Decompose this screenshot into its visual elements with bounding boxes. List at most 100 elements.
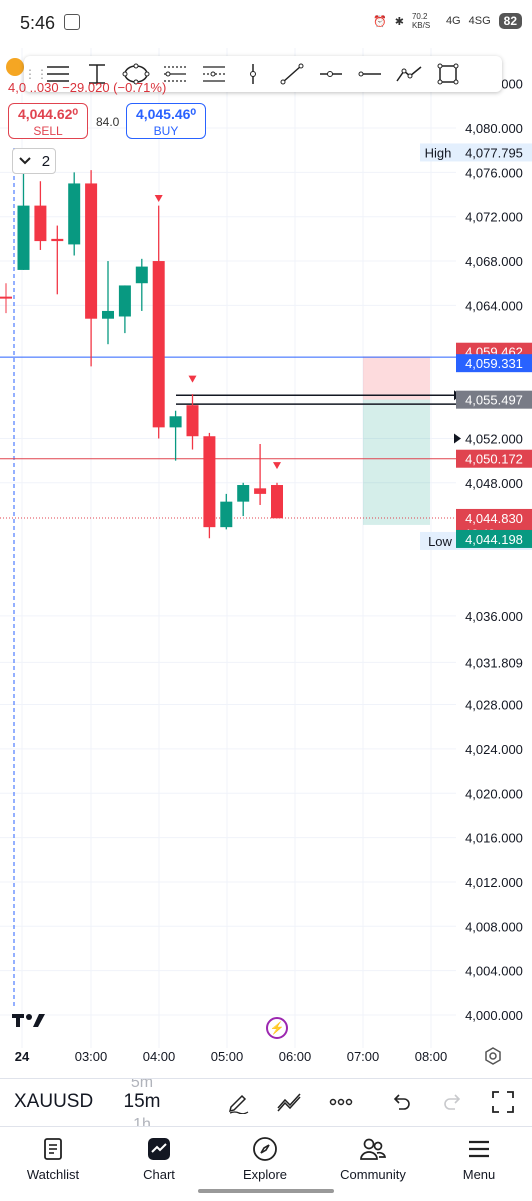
undo-icon[interactable] [388,1089,414,1115]
candle-body [237,485,250,502]
net-speed: 70.2 KB/S [411,12,431,30]
x-tick-label: 24 [15,1049,30,1064]
nav-label-watchlist: Watchlist [26,1167,80,1182]
candle-body [254,488,267,494]
nav-menu[interactable]: Menu [434,1135,524,1182]
y-tick-label: 4,024.000 [465,742,523,757]
network-label: 4G [445,15,461,27]
spread-value: 84.0 [96,115,120,129]
indicators-icon[interactable] [276,1089,302,1115]
notification-icon [64,14,80,30]
interval-prev: 5m [112,1079,172,1087]
nav-watchlist[interactable]: Watchlist [8,1135,98,1182]
price-label: 4,044.830 [465,511,523,526]
y-tick-label: 4,000.000 [465,1008,523,1023]
status-right: ⏰ ✱ 70.2 KB/S 4G 4SG 82 [373,12,522,30]
horizontal-ray-icon[interactable] [311,56,350,92]
y-tick-label: 4,004.000 [465,964,523,979]
watchlist-icon [8,1135,98,1163]
community-icon [328,1135,418,1163]
indicators-toggle-button[interactable]: 2 [12,148,56,174]
stop-loss-zone [363,356,430,400]
chart-settings-icon[interactable] [484,1047,502,1070]
y-tick-label: 4,008.000 [465,919,523,934]
status-bar: 5:46 ⏰ ✱ 70.2 KB/S 4G 4SG 82 [0,0,532,48]
fullscreen-icon[interactable] [490,1089,516,1115]
y-tick-label: 4,031.809 [465,655,523,670]
candle-body [102,310,114,319]
candle-body [203,436,216,528]
candle-body [169,416,182,428]
nav-label-chart: Chart [143,1167,175,1182]
low-label: Low [428,534,452,549]
candle-body [152,261,165,428]
candle-body [68,183,81,245]
price-label: 4,055.497 [465,393,523,408]
vertical-line-icon[interactable] [233,56,272,92]
flash-icon[interactable]: ⚡ [266,1017,288,1039]
sell-label: SELL [33,124,63,138]
y-tick-label: 4,076.000 [465,165,523,180]
y-tick-label: 4,048.000 [465,476,523,491]
x-tick-label: 08:00 [415,1049,448,1064]
y-tick-label: 4,080.000 [465,121,523,136]
candle-body [85,183,98,319]
chart-area[interactable]: 4,080.000 4,076.000 4,072.000 4,068.000 4,06… [0,48,532,1080]
nav-label-community: Community [340,1167,406,1182]
candle-body [220,501,233,528]
fib-extension-icon[interactable] [194,56,233,92]
sell-button[interactable]: 4,044.62⁰ SELL [8,103,88,139]
compass-icon [220,1135,310,1163]
home-indicator [198,1189,334,1193]
price-label: 4,044.198 [465,532,523,547]
sell-signal-icon [273,462,281,470]
candlestick-chart[interactable]: 4,080.000 4,076.000 4,072.000 4,068.000 4,06… [0,48,532,1080]
candle-body [118,285,131,317]
y-tick-label: 4,020.000 [465,786,523,801]
candle-body [135,266,148,284]
y-tick-label: 4,068.000 [465,254,523,269]
price-header: 4,0 ..030 −29.020 (−0.71%) [8,80,167,95]
y-tick-label: 4,012.000 [465,875,523,890]
chart-icon [114,1135,204,1163]
redo-icon[interactable] [440,1089,466,1115]
path-tool-icon[interactable] [389,56,428,92]
nav-chart[interactable]: Chart [114,1135,204,1182]
candle-body [186,405,199,437]
nav-explore[interactable]: Explore [220,1135,310,1182]
menu-icon [434,1135,524,1163]
more-icon[interactable] [328,1089,354,1115]
tradingview-logo [12,1012,46,1033]
buy-button[interactable]: 4,045.46⁰ BUY [126,103,206,139]
x-tick-label: 05:00 [211,1049,244,1064]
high-value: 4,077.795 [465,145,523,160]
take-profit-zone [363,399,430,525]
nav-community[interactable]: Community [328,1135,418,1182]
y-tick-label: 4,028.000 [465,698,523,713]
price-label: 4,059.331 [465,356,523,371]
x-tick-label: 03:00 [75,1049,108,1064]
broker-logo [6,58,24,76]
price-label: 4,050.172 [465,452,523,467]
high-label: High [425,145,452,160]
drag-handle-icon[interactable]: ⋮⋮ [24,67,48,81]
trend-line-icon[interactable] [272,56,311,92]
x-tick-label: 07:00 [347,1049,380,1064]
candle-body [51,238,64,242]
buy-label: BUY [153,124,179,138]
pencil-icon[interactable] [226,1089,252,1115]
rectangle-tool-icon[interactable] [428,56,467,92]
chevron-down-icon [18,153,32,170]
ray-arrow-icon [454,433,461,444]
buy-price: 4,045.46⁰ [135,106,197,122]
x-tick-label: 06:00 [279,1049,312,1064]
status-time: 5:46 [20,13,56,33]
interval-selector[interactable]: 5m 15m 1h [112,1079,172,1131]
sell-signal-icon [188,375,197,383]
symbol-selector[interactable]: XAUUSD [14,1091,93,1113]
sell-price: 4,044.62⁰ [17,106,79,122]
y-tick-label: 4,036.000 [465,609,523,624]
battery-icon: 82 [498,13,522,29]
network-label-2: 4SG [468,15,491,27]
horizontal-line-icon[interactable] [350,56,389,92]
